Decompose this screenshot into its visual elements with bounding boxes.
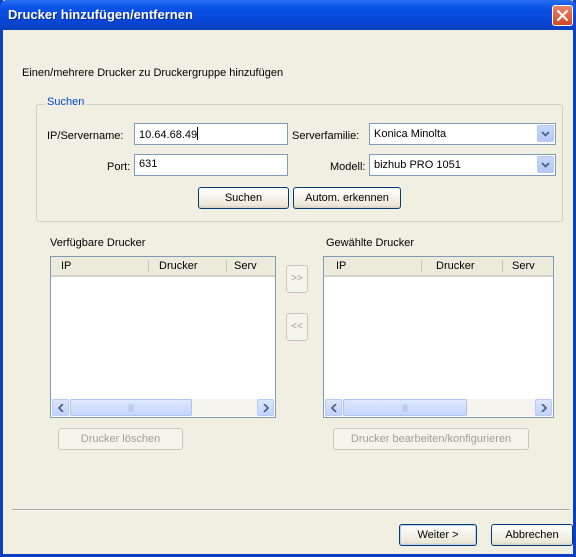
scroll-grip: |||: [402, 405, 408, 412]
scroll-grip: |||: [128, 405, 134, 412]
auto-detect-button[interactable]: Autom. erkennen: [293, 187, 401, 209]
model-dropdown-button[interactable]: [537, 156, 554, 173]
selected-printers-list[interactable]: IP Drucker Serv |||: [323, 256, 554, 418]
ip-server-value: 10.64.68.49: [139, 129, 198, 141]
add-to-selected-button[interactable]: >>: [286, 265, 308, 293]
available-list-header: IP Drucker Serv: [51, 257, 275, 277]
selected-horizontal-scrollbar[interactable]: |||: [325, 399, 552, 416]
port-label: Port:: [107, 161, 131, 173]
dialog-window: Drucker hinzufügen/entfernen Einen/mehre…: [0, 0, 576, 557]
scroll-right-button[interactable]: [257, 399, 274, 416]
remove-from-selected-button[interactable]: <<: [286, 313, 308, 341]
available-horizontal-scrollbar[interactable]: |||: [52, 399, 274, 416]
scroll-left-button[interactable]: [325, 399, 342, 416]
available-printers-label: Verfügbare Drucker: [50, 237, 146, 249]
footer-divider: [12, 509, 570, 511]
column-header-ip[interactable]: IP: [61, 260, 71, 272]
window-title: Drucker hinzufügen/entfernen: [8, 7, 193, 22]
chevron-down-icon: [541, 162, 550, 168]
selected-printers-label: Gewählte Drucker: [326, 237, 415, 249]
column-header-ip[interactable]: IP: [336, 260, 346, 272]
server-family-label: Serverfamilie:: [292, 130, 360, 142]
scroll-left-button[interactable]: [52, 399, 69, 416]
cancel-button[interactable]: Abbrechen: [491, 524, 573, 546]
column-separator[interactable]: [421, 260, 422, 272]
ip-server-input[interactable]: 10.64.68.49: [134, 123, 288, 145]
title-bar[interactable]: Drucker hinzufügen/entfernen: [0, 0, 576, 30]
model-value: bizhub PRO 1051: [374, 159, 461, 171]
selected-list-header: IP Drucker Serv: [324, 257, 553, 277]
server-family-select[interactable]: Konica Minolta: [369, 123, 556, 145]
model-select[interactable]: bizhub PRO 1051: [369, 154, 556, 176]
port-value: 631: [139, 158, 158, 170]
text-cursor: [197, 127, 199, 140]
instruction-text: Einen/mehrere Drucker zu Druckergruppe h…: [22, 67, 284, 79]
column-header-server[interactable]: Serv: [234, 260, 257, 272]
edit-configure-printer-button[interactable]: Drucker bearbeiten/konfigurieren: [333, 428, 529, 450]
scroll-thumb[interactable]: |||: [70, 399, 192, 416]
scroll-right-button[interactable]: [535, 399, 552, 416]
arrow-right-icon: [263, 404, 269, 412]
next-button[interactable]: Weiter >: [399, 524, 477, 546]
arrow-right-icon: [541, 404, 547, 412]
delete-printer-button[interactable]: Drucker löschen: [58, 428, 183, 450]
server-family-value: Konica Minolta: [374, 128, 447, 140]
available-printers-list[interactable]: IP Drucker Serv |||: [50, 256, 276, 418]
port-input[interactable]: 631: [134, 154, 288, 176]
close-button[interactable]: [552, 5, 573, 26]
search-group-legend: Suchen: [45, 96, 87, 108]
column-separator[interactable]: [148, 260, 149, 272]
column-header-printer[interactable]: Drucker: [436, 260, 475, 272]
model-label: Modell:: [330, 161, 366, 173]
next-button-label: Weiter >: [417, 529, 459, 541]
chevron-down-icon: [541, 131, 550, 137]
arrow-left-icon: [58, 404, 64, 412]
column-header-printer[interactable]: Drucker: [159, 260, 198, 272]
column-separator[interactable]: [502, 260, 503, 272]
close-icon: [557, 10, 568, 21]
scroll-thumb[interactable]: |||: [343, 399, 467, 416]
arrow-left-icon: [331, 404, 337, 412]
server-family-dropdown-button[interactable]: [537, 125, 554, 142]
search-button[interactable]: Suchen: [198, 187, 289, 209]
ip-server-label: IP/Servername:: [47, 130, 124, 142]
column-separator[interactable]: [226, 260, 227, 272]
column-header-server[interactable]: Serv: [512, 260, 535, 272]
